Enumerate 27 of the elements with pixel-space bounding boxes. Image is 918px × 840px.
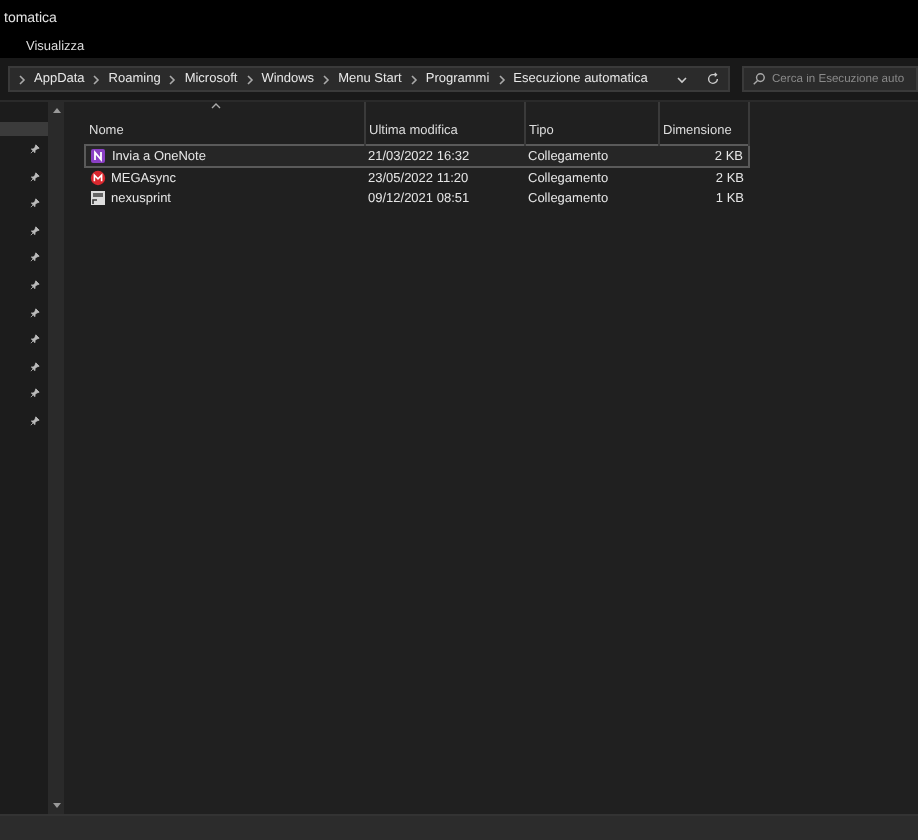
chevron-icon	[92, 73, 101, 85]
pin-icon[interactable]	[30, 171, 40, 182]
scrollbar[interactable]	[48, 102, 64, 814]
chevron-icon	[497, 73, 506, 85]
pin-icon[interactable]	[30, 144, 40, 154]
chevron-icon	[245, 73, 254, 85]
pin-icon[interactable]	[30, 252, 40, 263]
pin-icon[interactable]	[30, 361, 40, 372]
chevron-icon	[409, 73, 418, 85]
scroll-up-icon[interactable]	[51, 106, 61, 114]
shortcut-file-icon	[89, 190, 105, 206]
search-icon	[752, 72, 766, 86]
refresh-icon[interactable]	[706, 72, 720, 86]
chevron-icon	[168, 73, 177, 85]
onenote-shortcut-icon	[90, 148, 106, 164]
pin-icon[interactable]	[30, 415, 40, 426]
pin-icon[interactable]	[30, 279, 40, 290]
pin-icon[interactable]	[30, 334, 40, 345]
mega-shortcut-icon	[89, 170, 105, 186]
scroll-down-icon[interactable]	[51, 802, 61, 810]
chevron-icon	[322, 73, 331, 85]
pin-icon[interactable]	[30, 388, 40, 399]
pin-icon[interactable]	[30, 198, 40, 209]
chevron-icon	[18, 73, 26, 85]
pin-icon[interactable]	[30, 225, 40, 236]
dropdown-caret-icon[interactable]	[676, 75, 688, 83]
pin-icon[interactable]	[30, 307, 40, 318]
